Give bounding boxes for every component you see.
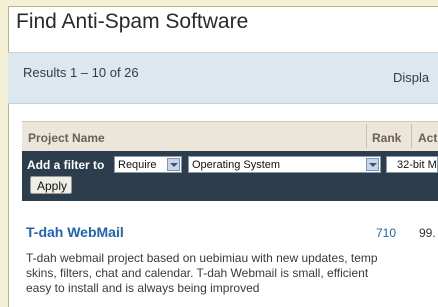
project-rank: 710 xyxy=(376,226,397,240)
project-description: T-dah webmail project based on uebimiau … xyxy=(26,251,438,296)
chevron-down-icon[interactable] xyxy=(366,158,379,171)
filter-field-select[interactable]: Operating System xyxy=(188,156,381,173)
description-line: skins, filters, chat and calendar. T-dah… xyxy=(26,266,369,280)
filter-mode-select[interactable]: Require xyxy=(114,156,182,173)
column-header-project-name[interactable]: Project Name xyxy=(28,131,105,145)
description-line: T-dah webmail project based on uebimiau … xyxy=(26,251,378,265)
column-divider xyxy=(411,124,412,148)
apply-button[interactable]: Apply xyxy=(30,176,72,194)
display-per-page-label: Displa xyxy=(393,70,430,85)
project-activity: 99. xyxy=(419,226,436,240)
results-count: Results 1 – 10 of 26 xyxy=(23,65,139,80)
description-line: easy to install and is always being impr… xyxy=(26,281,260,295)
project-title-link[interactable]: T-dah WebMail xyxy=(26,224,124,240)
filter-mode-value: Require xyxy=(118,159,157,171)
filter-label: Add a filter to xyxy=(27,158,105,172)
column-divider xyxy=(366,124,367,148)
page-title: Find Anti-Spam Software xyxy=(16,10,249,33)
filter-value-select[interactable]: 32-bit M xyxy=(386,156,438,173)
chevron-down-icon[interactable] xyxy=(167,158,180,171)
column-header-rank[interactable]: Rank xyxy=(372,131,401,145)
column-header-activity[interactable]: Act xyxy=(418,131,437,145)
filter-field-value: Operating System xyxy=(192,159,281,171)
filter-value-text: 32-bit M xyxy=(397,159,437,171)
